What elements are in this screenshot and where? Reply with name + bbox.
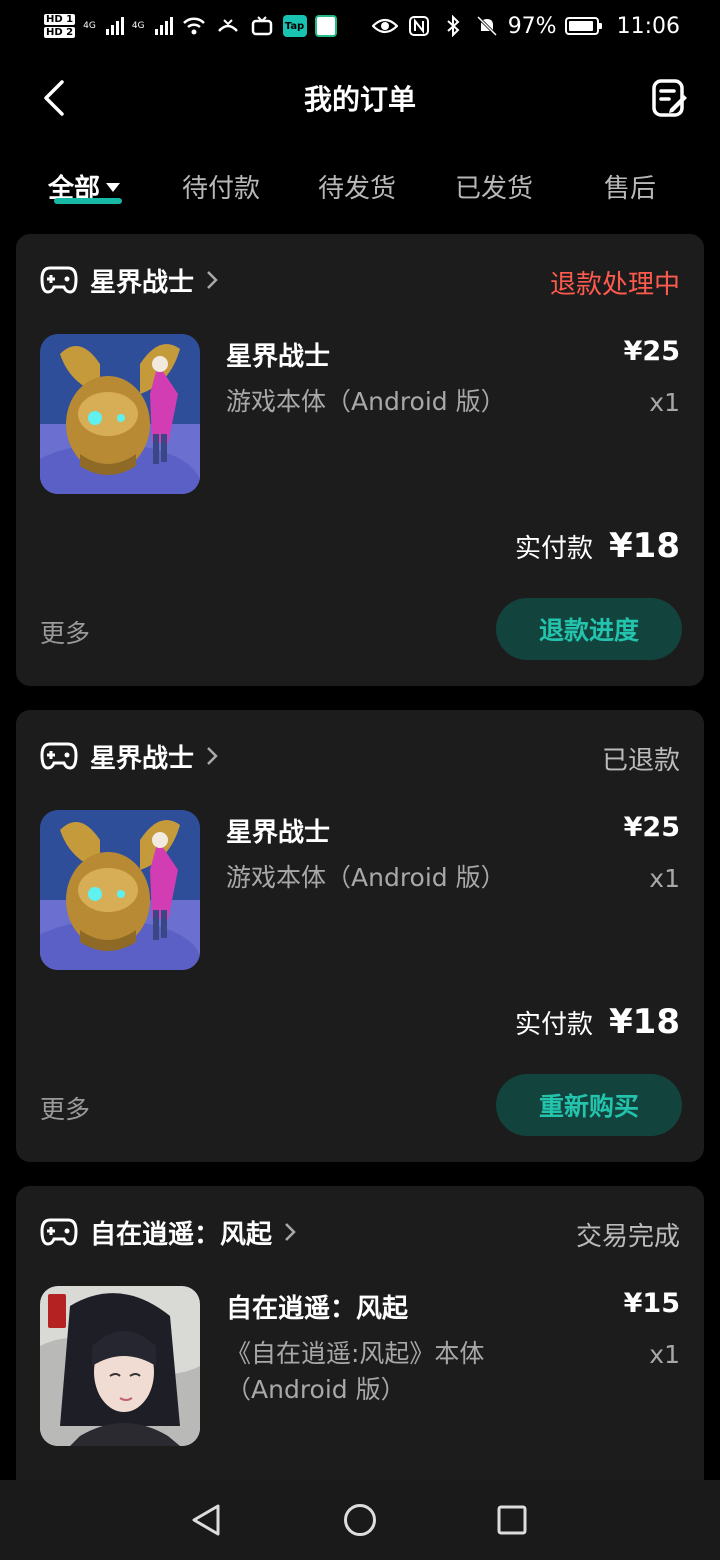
chevron-right-icon: [207, 271, 218, 289]
battery-percent: 97%: [507, 13, 557, 39]
item-price: ¥25: [623, 336, 680, 367]
wifi-icon: [181, 15, 207, 37]
gamepad-icon: [40, 266, 78, 294]
missed-call-icon: [215, 15, 241, 37]
battery-icon: [564, 17, 602, 35]
store-link[interactable]: 自在逍遥：风起: [40, 1212, 296, 1252]
bluetooth-icon: [440, 15, 466, 37]
taptap-app-icon: Tap: [282, 15, 307, 37]
order-status: 已退款: [601, 746, 680, 776]
network-4g-label-1: 4G: [83, 21, 96, 31]
item-quantity: x1: [649, 388, 680, 417]
clock-time: 11:06: [616, 13, 680, 39]
order-filter-tabs: 全部 待付款 待发货 已发货 售后: [0, 160, 720, 220]
game-thumbnail-image[interactable]: [40, 334, 200, 494]
item-price: ¥25: [623, 812, 680, 843]
item-title: 星界战士: [226, 818, 331, 848]
paid-amount: ¥18: [609, 526, 680, 566]
triangle-back-icon: [192, 1504, 220, 1536]
status-bar: HD 1 HD 2 4G 4G Tap 97% 11:06: [0, 0, 720, 52]
rebuy-button[interactable]: 重新购买: [496, 1074, 682, 1136]
order-status: 退款处理中: [549, 270, 680, 300]
game-thumbnail-image[interactable]: [40, 1286, 200, 1446]
item-description: 游戏本体（Android 版）: [226, 863, 506, 892]
circle-home-icon: [344, 1504, 376, 1536]
paid-summary: 实付款 ¥18: [515, 1002, 680, 1042]
system-navigation-bar: [0, 1480, 720, 1560]
app-notification-icon: [314, 15, 337, 37]
eye-icon: [371, 15, 398, 37]
tab-shipped[interactable]: 已发货: [455, 168, 533, 205]
nfc-icon: [406, 15, 432, 37]
edit-orders-button[interactable]: [646, 74, 694, 122]
top-app-bar: 我的订单: [0, 60, 720, 136]
paid-amount: ¥18: [609, 1002, 680, 1042]
status-right: 97% 11:06: [371, 13, 680, 39]
hd-badges: HD 1 HD 2: [44, 13, 76, 39]
tv-icon: [249, 15, 275, 37]
store-link[interactable]: 星界战士: [40, 260, 218, 300]
tab-pending-payment[interactable]: 待付款: [182, 168, 260, 205]
edit-note-icon: [652, 79, 687, 117]
nav-back-button[interactable]: [186, 1500, 226, 1540]
item-quantity: x1: [649, 864, 680, 893]
more-button[interactable]: 更多: [40, 1090, 90, 1126]
refund-progress-button[interactable]: 退款进度: [496, 598, 682, 660]
hd2-badge: HD 2: [44, 27, 76, 38]
order-status: 交易完成: [575, 1222, 680, 1252]
active-tab-indicator: [54, 198, 122, 204]
dropdown-caret-icon: [106, 183, 121, 192]
store-name: 星界战士: [90, 743, 195, 774]
order-card: 星界战士 退款处理中 星界战士 游戏本体（Android 版） ¥25 x1 实…: [16, 234, 704, 686]
item-description-line-2: （Android 版）: [226, 1375, 406, 1404]
order-card: 自在逍遥：风起 交易完成 自在逍遥：风起 《自在逍遥:风起》本体 （Androi…: [16, 1186, 704, 1506]
item-quantity: x1: [649, 1340, 680, 1369]
game-thumbnail-image[interactable]: [40, 810, 200, 970]
chevron-right-icon: [207, 747, 218, 765]
page-title: 我的订单: [303, 83, 416, 116]
store-name: 星界战士: [90, 267, 195, 298]
square-recents-icon: [497, 1505, 527, 1535]
signal-icon-2: [154, 17, 173, 35]
gamepad-icon: [40, 1218, 78, 1246]
paid-label: 实付款: [515, 1010, 594, 1040]
store-name: 自在逍遥：风起: [90, 1219, 273, 1250]
network-4g-label-2: 4G: [131, 21, 145, 31]
item-description-line-1: 《自在逍遥:风起》本体: [226, 1339, 485, 1368]
item-description: 《自在逍遥:风起》本体 （Android 版）: [226, 1336, 566, 1408]
hd1-badge: HD 1: [44, 14, 76, 25]
nav-home-button[interactable]: [340, 1500, 380, 1540]
store-link[interactable]: 星界战士: [40, 736, 218, 776]
nav-recents-button[interactable]: [492, 1500, 532, 1540]
status-left: HD 1 HD 2 4G 4G Tap: [44, 13, 337, 39]
paid-label: 实付款: [515, 534, 594, 564]
tab-pending-shipment[interactable]: 待发货: [318, 168, 396, 205]
item-price: ¥15: [623, 1288, 680, 1319]
item-description: 游戏本体（Android 版）: [226, 387, 506, 416]
order-card: 星界战士 已退款 星界战士 游戏本体（Android 版） ¥25 x1 实付款…: [16, 710, 704, 1162]
signal-icon-1: [105, 17, 124, 35]
mute-bell-icon: [474, 15, 500, 37]
tab-after-sales[interactable]: 售后: [604, 168, 656, 205]
chevron-right-icon: [285, 1223, 296, 1241]
more-button[interactable]: 更多: [40, 614, 90, 650]
gamepad-icon: [40, 742, 78, 770]
item-title: 自在逍遥：风起: [226, 1294, 409, 1324]
paid-summary: 实付款 ¥18: [515, 526, 680, 566]
item-title: 星界战士: [226, 342, 331, 372]
